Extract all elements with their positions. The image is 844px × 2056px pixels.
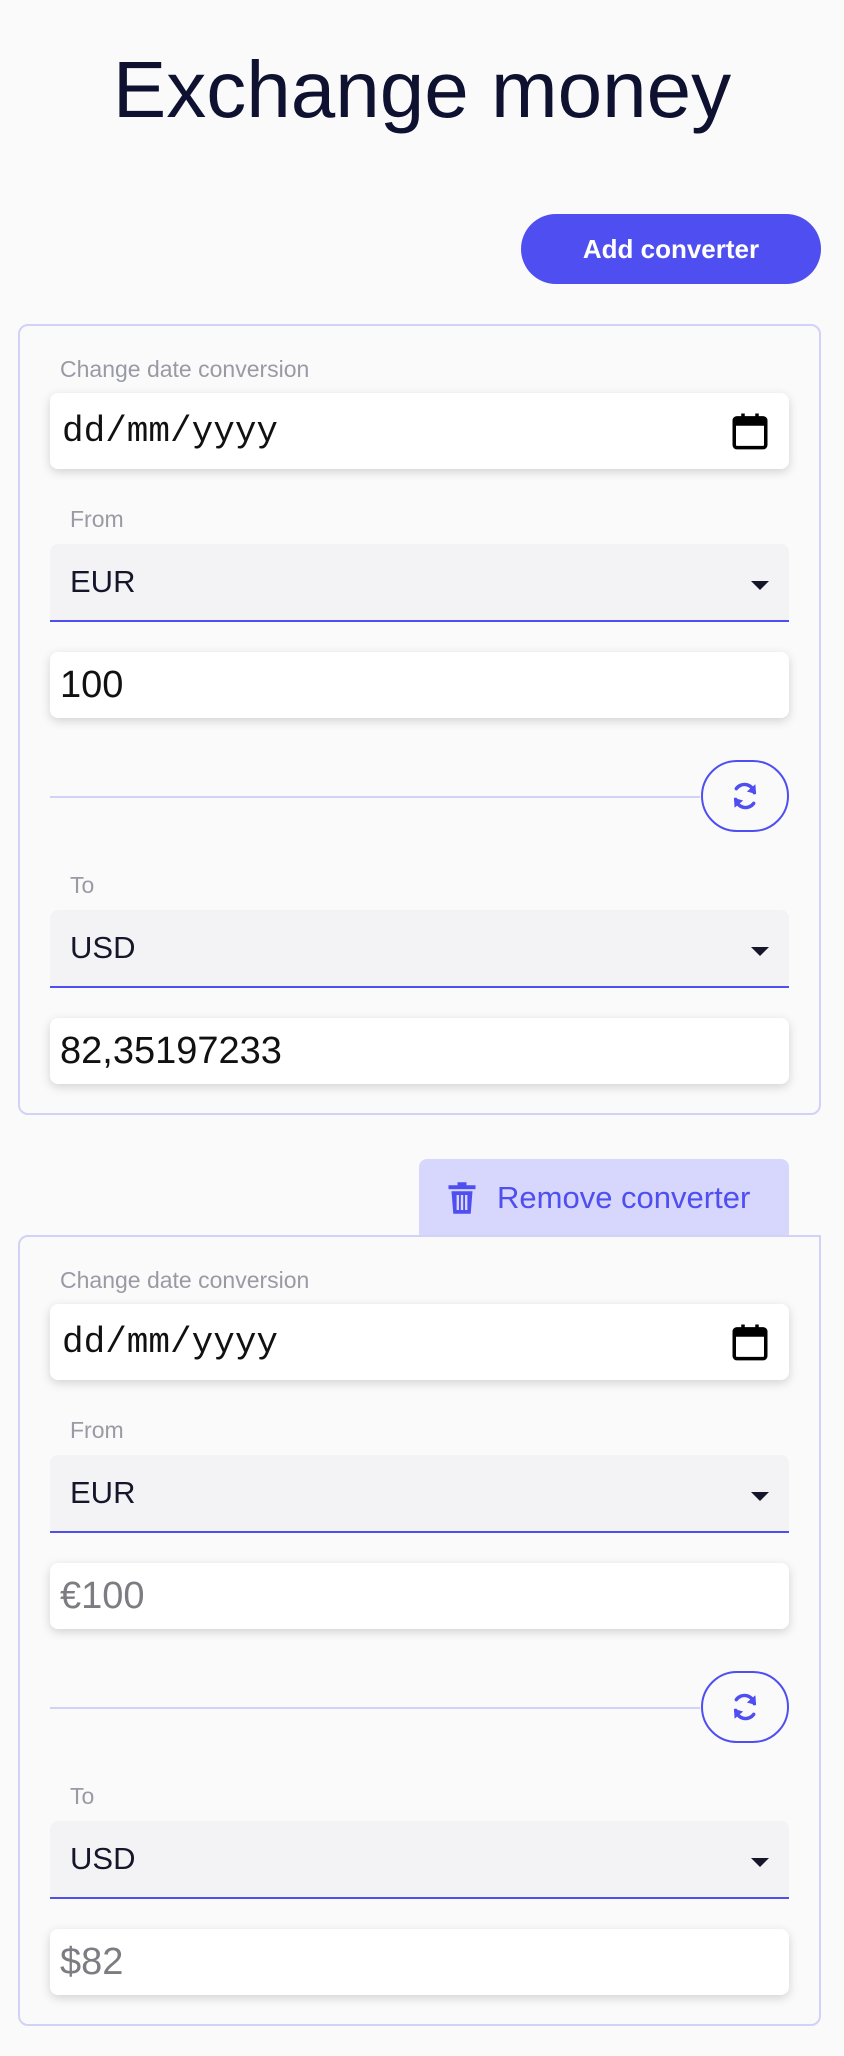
date-label: Change date conversion xyxy=(60,1267,310,1293)
swap-icon xyxy=(733,782,757,810)
page-title: Exchange money xyxy=(112,45,732,134)
to-label: To xyxy=(70,872,95,898)
to-currency-select[interactable]: USD xyxy=(50,910,789,988)
to-currency-value: USD xyxy=(70,1841,136,1876)
converter-card-2: Change date conversion dd/mm/yyyy From E… xyxy=(18,1235,821,2026)
date-input[interactable]: dd/mm/yyyy xyxy=(50,393,789,469)
converter-card-1: Change date conversion dd/mm/yyyy From E… xyxy=(18,324,821,1115)
from-currency-select[interactable]: EUR xyxy=(50,544,789,622)
swap-button[interactable] xyxy=(701,760,789,832)
from-currency-value: EUR xyxy=(70,564,136,599)
calendar-icon[interactable] xyxy=(729,410,771,452)
date-label: Change date conversion xyxy=(60,356,310,382)
from-label: From xyxy=(70,1417,124,1443)
chevron-down-icon xyxy=(751,1492,769,1501)
chevron-down-icon xyxy=(751,947,769,956)
to-currency-value: USD xyxy=(70,930,136,965)
to-currency-select[interactable]: USD xyxy=(50,1821,789,1899)
to-amount-input[interactable] xyxy=(50,1018,789,1084)
remove-converter-button[interactable]: Remove converter xyxy=(419,1159,789,1236)
swap-button[interactable] xyxy=(701,1671,789,1743)
chevron-down-icon xyxy=(751,581,769,590)
chevron-down-icon xyxy=(751,1858,769,1867)
from-label: From xyxy=(70,506,124,532)
remove-converter-label: Remove converter xyxy=(497,1179,751,1215)
from-amount-input[interactable] xyxy=(50,652,789,718)
calendar-icon[interactable] xyxy=(729,1321,771,1363)
swap-icon xyxy=(733,1693,757,1721)
date-placeholder: dd/mm/yyyy xyxy=(62,410,279,452)
from-currency-select[interactable]: EUR xyxy=(50,1455,789,1533)
add-converter-button[interactable]: Add converter xyxy=(521,214,821,284)
date-placeholder: dd/mm/yyyy xyxy=(62,1321,279,1363)
to-amount-input[interactable] xyxy=(50,1929,789,1995)
exchange-page: Exchange money Add converter Change date… xyxy=(0,0,844,2056)
to-label: To xyxy=(70,1783,95,1809)
date-input[interactable]: dd/mm/yyyy xyxy=(50,1304,789,1380)
from-amount-input[interactable] xyxy=(50,1563,789,1629)
divider xyxy=(50,1707,700,1709)
trash-icon xyxy=(448,1181,476,1214)
divider xyxy=(50,796,700,798)
from-currency-value: EUR xyxy=(70,1475,136,1510)
